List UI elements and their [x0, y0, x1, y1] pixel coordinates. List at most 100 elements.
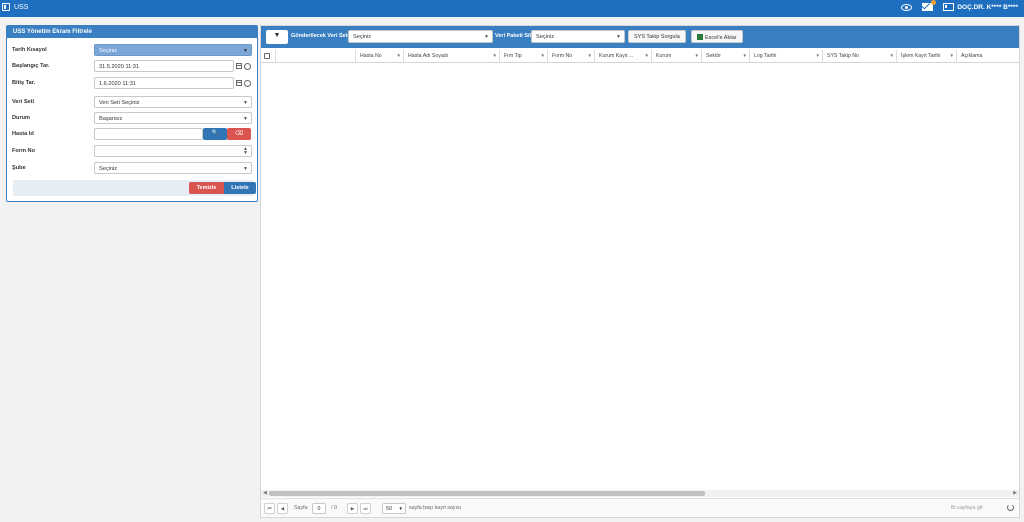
page-label: Sayfa: [294, 505, 308, 511]
bitis-input[interactable]: 1.6.2020 11:31: [94, 77, 234, 89]
prev-page-icon: ◀: [280, 506, 285, 511]
chevron-down-icon: ▼: [243, 166, 248, 172]
column-header[interactable]: Kurum Kayıt ... ▼: [595, 50, 652, 63]
column-header[interactable]: SYS Takip No ▼: [823, 50, 897, 63]
column-filter-icon[interactable]: ▼: [950, 53, 954, 58]
column-header[interactable]: Kurum ▼: [652, 50, 702, 63]
tarih-kisayol-row: Tarih Kısayol Seçiniz ▼: [12, 44, 252, 56]
filter-toggle-button[interactable]: ▼: [266, 30, 288, 44]
column-header-label: İşlem Kayıt Tarihi: [901, 53, 941, 59]
column-header[interactable]: Form No ▼: [548, 50, 595, 63]
column-header-label: Kurum Kayıt ...: [599, 53, 634, 59]
veri-seti-select[interactable]: Veri Seti Seçiniz ▼: [94, 96, 252, 108]
mail-icon[interactable]: [922, 0, 937, 11]
hasta-id-input[interactable]: [94, 128, 203, 140]
column-header-label: Form No: [552, 53, 573, 59]
column-header-label: Hasta No: [360, 53, 382, 59]
page-size-label: sayfa başı kayıt sayısı: [409, 505, 462, 511]
filter-panel-title: USS Yönetim Ekranı Filtrele: [7, 26, 257, 38]
sube-row: Şube Seçiniz ▼: [12, 162, 252, 174]
first-page-button[interactable]: ⏮: [264, 503, 275, 514]
baslangic-input[interactable]: 31.5.2020 11:31: [94, 60, 234, 72]
prev-page-button[interactable]: ◀: [277, 503, 288, 514]
menu-toggle-icon[interactable]: [2, 3, 10, 11]
notification-badge: [931, 0, 937, 5]
first-page-icon: ⏮: [267, 506, 272, 511]
select-all-checkbox[interactable]: [264, 53, 270, 59]
eye-icon[interactable]: [901, 3, 913, 11]
column-filter-icon[interactable]: ▼: [588, 53, 592, 58]
scroll-right-icon[interactable]: ▶: [1013, 490, 1017, 496]
horizontal-scrollbar[interactable]: ◀ ▶: [261, 490, 1019, 497]
next-page-button[interactable]: ▶: [347, 503, 358, 514]
grid-panel: ▼ Gönderilecek Veri Seti Seçiniz ▼ Veri …: [260, 25, 1020, 518]
app-brand[interactable]: USS: [2, 3, 28, 11]
last-page-button[interactable]: ⏭: [360, 503, 371, 514]
top-bar: USS DOÇ.DR. K**** B****: [0, 0, 1024, 17]
bitis-row: Bitiş Tar. 1.6.2020 11:31: [12, 77, 251, 89]
temizle-button[interactable]: Temizle: [189, 182, 224, 194]
column-header[interactable]: Frm Tip ▼: [500, 50, 548, 63]
column-header[interactable]: Hasta No ▼: [356, 50, 404, 63]
search-icon: 🔍: [211, 130, 219, 136]
grid-body[interactable]: [261, 64, 1019, 489]
page-input[interactable]: 0: [312, 503, 326, 514]
bitis-label: Bitiş Tar.: [12, 80, 36, 86]
veri-paketi-value: Seçiniz: [536, 34, 555, 40]
column-filter-icon[interactable]: ▼: [816, 53, 820, 58]
user-menu[interactable]: DOÇ.DR. K**** B****: [943, 3, 1018, 11]
durum-value: Başarısız: [99, 116, 123, 122]
listele-button[interactable]: Listele: [224, 182, 256, 194]
calendar-icon[interactable]: [236, 80, 242, 86]
veri-seti-label: Veri Seti: [12, 99, 35, 105]
excel-export-button[interactable]: Excel'e Aktar: [691, 30, 743, 43]
search-button[interactable]: 🔍: [203, 128, 227, 140]
column-filter-icon[interactable]: ▼: [695, 53, 699, 58]
veri-paketi-label: Veri Paketi Sil: [495, 33, 532, 39]
gonderilecek-select[interactable]: Seçiniz ▼: [348, 30, 493, 43]
sys-takip-button[interactable]: SYS Takip Sorgula: [628, 30, 686, 43]
filter-panel: USS Yönetim Ekranı Filtrele Tarih Kısayo…: [6, 25, 258, 202]
column-header[interactable]: İşlem Kayıt Tarihi ▼: [897, 50, 957, 63]
form-no-label: Form No: [12, 148, 35, 154]
scroll-left-icon[interactable]: ◀: [263, 490, 267, 496]
filter-footer: Temizle Listele: [13, 180, 256, 196]
excel-export-label: Excel'e Aktar: [705, 35, 737, 41]
form-no-stepper[interactable]: ▲ ▼: [94, 145, 252, 157]
baslangic-row: Başlangıç Tar. 31.5.2020 11:31: [12, 60, 251, 72]
column-header-label: Kurum: [656, 53, 672, 59]
column-header[interactable]: Açıklama: [957, 50, 1019, 63]
erase-button[interactable]: ⌫: [227, 128, 251, 140]
page-size-select[interactable]: 50 ▼: [382, 503, 406, 514]
user-card-icon: [943, 3, 955, 11]
column-filter-icon[interactable]: ▼: [890, 53, 894, 58]
grid-toolbar: ▼ Gönderilecek Veri Seti Seçiniz ▼ Veri …: [261, 26, 1019, 48]
clock-icon[interactable]: [244, 79, 251, 87]
sube-label: Şube: [12, 165, 26, 171]
column-header-label: Hasta Adı Soyadı: [408, 53, 449, 59]
column-header[interactable]: Sektör ▼: [702, 50, 750, 63]
sube-select[interactable]: Seçiniz ▼: [94, 162, 252, 174]
stepper-icon[interactable]: ▲ ▼: [243, 147, 248, 156]
calendar-icon[interactable]: [236, 63, 242, 69]
chevron-down-icon: ▼: [243, 48, 248, 54]
hasta-id-row: Hasta Id 🔍 ⌫: [12, 128, 251, 140]
column-header[interactable]: Log Tarihi ▼: [750, 50, 823, 63]
durum-select[interactable]: Başarısız ▼: [94, 112, 252, 124]
column-filter-icon[interactable]: ▼: [397, 53, 401, 58]
last-page-icon: ⏭: [363, 506, 368, 511]
column-filter-icon[interactable]: ▼: [541, 53, 545, 58]
hasta-id-label: Hasta Id: [12, 131, 34, 137]
refresh-icon[interactable]: [1007, 504, 1014, 511]
select-all-cell: [261, 50, 276, 63]
column-filter-icon[interactable]: ▼: [493, 53, 497, 58]
column-header[interactable]: Hasta Adı Soyadı ▼: [404, 50, 500, 63]
column-filter-icon[interactable]: ▼: [645, 53, 649, 58]
veri-paketi-select[interactable]: Seçiniz ▼: [531, 30, 625, 43]
column-header-label: Açıklama: [961, 53, 983, 59]
chevron-down-icon: ▼: [243, 116, 248, 122]
column-filter-icon[interactable]: ▼: [743, 53, 747, 58]
clock-icon[interactable]: [244, 62, 251, 70]
scrollbar-thumb[interactable]: [269, 491, 705, 496]
tarih-kisayol-select[interactable]: Seçiniz ▼: [94, 44, 252, 56]
